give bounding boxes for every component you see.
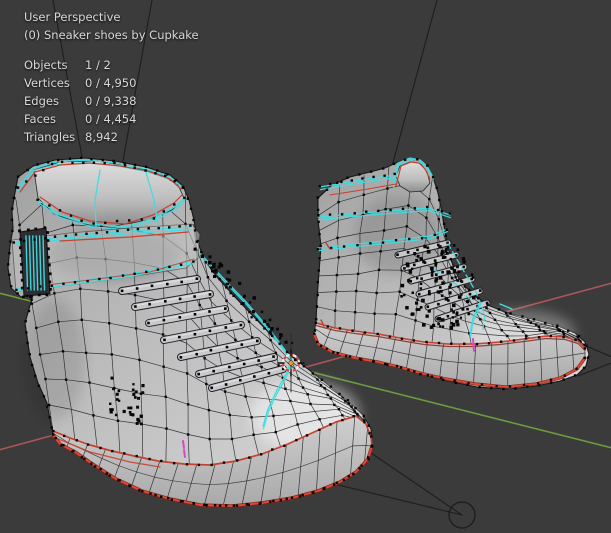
object-origin: [289, 361, 294, 366]
blender-3d-viewport[interactable]: User Perspective (0) Sneaker shoes by Cu…: [0, 0, 611, 533]
viewport-canvas[interactable]: [0, 0, 611, 533]
